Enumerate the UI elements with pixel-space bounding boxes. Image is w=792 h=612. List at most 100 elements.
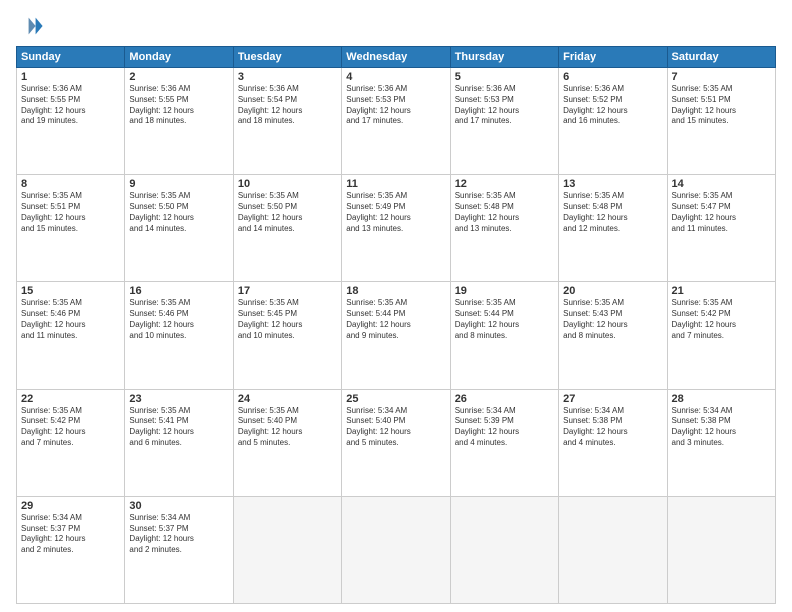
day-info: Sunrise: 5:35 AM Sunset: 5:48 PM Dayligh… (563, 191, 662, 234)
calendar-cell: 20Sunrise: 5:35 AM Sunset: 5:43 PM Dayli… (559, 282, 667, 389)
calendar-cell: 28Sunrise: 5:34 AM Sunset: 5:38 PM Dayli… (667, 389, 775, 496)
calendar-cell (233, 496, 341, 603)
calendar-cell (667, 496, 775, 603)
calendar-cell: 16Sunrise: 5:35 AM Sunset: 5:46 PM Dayli… (125, 282, 233, 389)
day-number: 1 (21, 71, 120, 83)
calendar-cell (559, 496, 667, 603)
calendar-cell: 8Sunrise: 5:35 AM Sunset: 5:51 PM Daylig… (17, 175, 125, 282)
calendar-cell: 19Sunrise: 5:35 AM Sunset: 5:44 PM Dayli… (450, 282, 558, 389)
day-number: 8 (21, 178, 120, 190)
weekday-header-monday: Monday (125, 47, 233, 68)
calendar-week-2: 8Sunrise: 5:35 AM Sunset: 5:51 PM Daylig… (17, 175, 776, 282)
day-info: Sunrise: 5:36 AM Sunset: 5:53 PM Dayligh… (455, 84, 554, 127)
day-info: Sunrise: 5:35 AM Sunset: 5:50 PM Dayligh… (238, 191, 337, 234)
day-number: 5 (455, 71, 554, 83)
calendar-cell: 3Sunrise: 5:36 AM Sunset: 5:54 PM Daylig… (233, 68, 341, 175)
day-info: Sunrise: 5:35 AM Sunset: 5:50 PM Dayligh… (129, 191, 228, 234)
day-number: 21 (672, 285, 771, 297)
day-info: Sunrise: 5:34 AM Sunset: 5:39 PM Dayligh… (455, 406, 554, 449)
day-info: Sunrise: 5:34 AM Sunset: 5:40 PM Dayligh… (346, 406, 445, 449)
day-info: Sunrise: 5:36 AM Sunset: 5:53 PM Dayligh… (346, 84, 445, 127)
day-number: 3 (238, 71, 337, 83)
day-info: Sunrise: 5:34 AM Sunset: 5:38 PM Dayligh… (563, 406, 662, 449)
day-info: Sunrise: 5:35 AM Sunset: 5:41 PM Dayligh… (129, 406, 228, 449)
calendar-cell: 21Sunrise: 5:35 AM Sunset: 5:42 PM Dayli… (667, 282, 775, 389)
day-info: Sunrise: 5:35 AM Sunset: 5:46 PM Dayligh… (129, 298, 228, 341)
day-number: 23 (129, 393, 228, 405)
day-number: 27 (563, 393, 662, 405)
calendar-cell: 7Sunrise: 5:35 AM Sunset: 5:51 PM Daylig… (667, 68, 775, 175)
day-info: Sunrise: 5:36 AM Sunset: 5:55 PM Dayligh… (21, 84, 120, 127)
day-info: Sunrise: 5:35 AM Sunset: 5:40 PM Dayligh… (238, 406, 337, 449)
day-number: 25 (346, 393, 445, 405)
weekday-header-saturday: Saturday (667, 47, 775, 68)
day-info: Sunrise: 5:35 AM Sunset: 5:48 PM Dayligh… (455, 191, 554, 234)
day-number: 11 (346, 178, 445, 190)
calendar-cell: 5Sunrise: 5:36 AM Sunset: 5:53 PM Daylig… (450, 68, 558, 175)
weekday-header-friday: Friday (559, 47, 667, 68)
calendar-cell: 29Sunrise: 5:34 AM Sunset: 5:37 PM Dayli… (17, 496, 125, 603)
calendar-cell (342, 496, 450, 603)
day-info: Sunrise: 5:35 AM Sunset: 5:42 PM Dayligh… (672, 298, 771, 341)
day-number: 19 (455, 285, 554, 297)
day-number: 28 (672, 393, 771, 405)
calendar-cell: 6Sunrise: 5:36 AM Sunset: 5:52 PM Daylig… (559, 68, 667, 175)
day-number: 9 (129, 178, 228, 190)
calendar-cell: 9Sunrise: 5:35 AM Sunset: 5:50 PM Daylig… (125, 175, 233, 282)
day-number: 2 (129, 71, 228, 83)
logo-icon (16, 12, 44, 40)
day-info: Sunrise: 5:35 AM Sunset: 5:51 PM Dayligh… (672, 84, 771, 127)
day-number: 26 (455, 393, 554, 405)
calendar-cell (450, 496, 558, 603)
calendar-cell: 11Sunrise: 5:35 AM Sunset: 5:49 PM Dayli… (342, 175, 450, 282)
calendar-cell: 24Sunrise: 5:35 AM Sunset: 5:40 PM Dayli… (233, 389, 341, 496)
calendar-week-4: 22Sunrise: 5:35 AM Sunset: 5:42 PM Dayli… (17, 389, 776, 496)
day-number: 6 (563, 71, 662, 83)
day-number: 24 (238, 393, 337, 405)
calendar-cell: 22Sunrise: 5:35 AM Sunset: 5:42 PM Dayli… (17, 389, 125, 496)
day-info: Sunrise: 5:36 AM Sunset: 5:52 PM Dayligh… (563, 84, 662, 127)
day-number: 7 (672, 71, 771, 83)
day-info: Sunrise: 5:35 AM Sunset: 5:51 PM Dayligh… (21, 191, 120, 234)
calendar-cell: 4Sunrise: 5:36 AM Sunset: 5:53 PM Daylig… (342, 68, 450, 175)
calendar-cell: 18Sunrise: 5:35 AM Sunset: 5:44 PM Dayli… (342, 282, 450, 389)
day-number: 30 (129, 500, 228, 512)
day-number: 10 (238, 178, 337, 190)
calendar-cell: 30Sunrise: 5:34 AM Sunset: 5:37 PM Dayli… (125, 496, 233, 603)
calendar-week-1: 1Sunrise: 5:36 AM Sunset: 5:55 PM Daylig… (17, 68, 776, 175)
day-number: 14 (672, 178, 771, 190)
day-number: 4 (346, 71, 445, 83)
day-info: Sunrise: 5:34 AM Sunset: 5:37 PM Dayligh… (129, 513, 228, 556)
day-info: Sunrise: 5:34 AM Sunset: 5:38 PM Dayligh… (672, 406, 771, 449)
weekday-header-tuesday: Tuesday (233, 47, 341, 68)
calendar-cell: 15Sunrise: 5:35 AM Sunset: 5:46 PM Dayli… (17, 282, 125, 389)
calendar-cell: 17Sunrise: 5:35 AM Sunset: 5:45 PM Dayli… (233, 282, 341, 389)
day-number: 15 (21, 285, 120, 297)
calendar-week-5: 29Sunrise: 5:34 AM Sunset: 5:37 PM Dayli… (17, 496, 776, 603)
weekday-header-thursday: Thursday (450, 47, 558, 68)
day-info: Sunrise: 5:35 AM Sunset: 5:49 PM Dayligh… (346, 191, 445, 234)
day-number: 29 (21, 500, 120, 512)
day-info: Sunrise: 5:34 AM Sunset: 5:37 PM Dayligh… (21, 513, 120, 556)
calendar-cell: 25Sunrise: 5:34 AM Sunset: 5:40 PM Dayli… (342, 389, 450, 496)
day-info: Sunrise: 5:35 AM Sunset: 5:46 PM Dayligh… (21, 298, 120, 341)
calendar-table: SundayMondayTuesdayWednesdayThursdayFrid… (16, 46, 776, 604)
day-info: Sunrise: 5:35 AM Sunset: 5:43 PM Dayligh… (563, 298, 662, 341)
calendar-week-3: 15Sunrise: 5:35 AM Sunset: 5:46 PM Dayli… (17, 282, 776, 389)
day-info: Sunrise: 5:35 AM Sunset: 5:44 PM Dayligh… (455, 298, 554, 341)
day-number: 12 (455, 178, 554, 190)
logo (16, 12, 48, 40)
calendar-cell: 1Sunrise: 5:36 AM Sunset: 5:55 PM Daylig… (17, 68, 125, 175)
calendar-cell: 14Sunrise: 5:35 AM Sunset: 5:47 PM Dayli… (667, 175, 775, 282)
page: SundayMondayTuesdayWednesdayThursdayFrid… (0, 0, 792, 612)
day-number: 16 (129, 285, 228, 297)
calendar-cell: 2Sunrise: 5:36 AM Sunset: 5:55 PM Daylig… (125, 68, 233, 175)
day-info: Sunrise: 5:35 AM Sunset: 5:47 PM Dayligh… (672, 191, 771, 234)
day-number: 20 (563, 285, 662, 297)
calendar-cell: 10Sunrise: 5:35 AM Sunset: 5:50 PM Dayli… (233, 175, 341, 282)
day-info: Sunrise: 5:35 AM Sunset: 5:45 PM Dayligh… (238, 298, 337, 341)
calendar-cell: 23Sunrise: 5:35 AM Sunset: 5:41 PM Dayli… (125, 389, 233, 496)
day-info: Sunrise: 5:35 AM Sunset: 5:44 PM Dayligh… (346, 298, 445, 341)
calendar-cell: 12Sunrise: 5:35 AM Sunset: 5:48 PM Dayli… (450, 175, 558, 282)
header (16, 12, 776, 40)
